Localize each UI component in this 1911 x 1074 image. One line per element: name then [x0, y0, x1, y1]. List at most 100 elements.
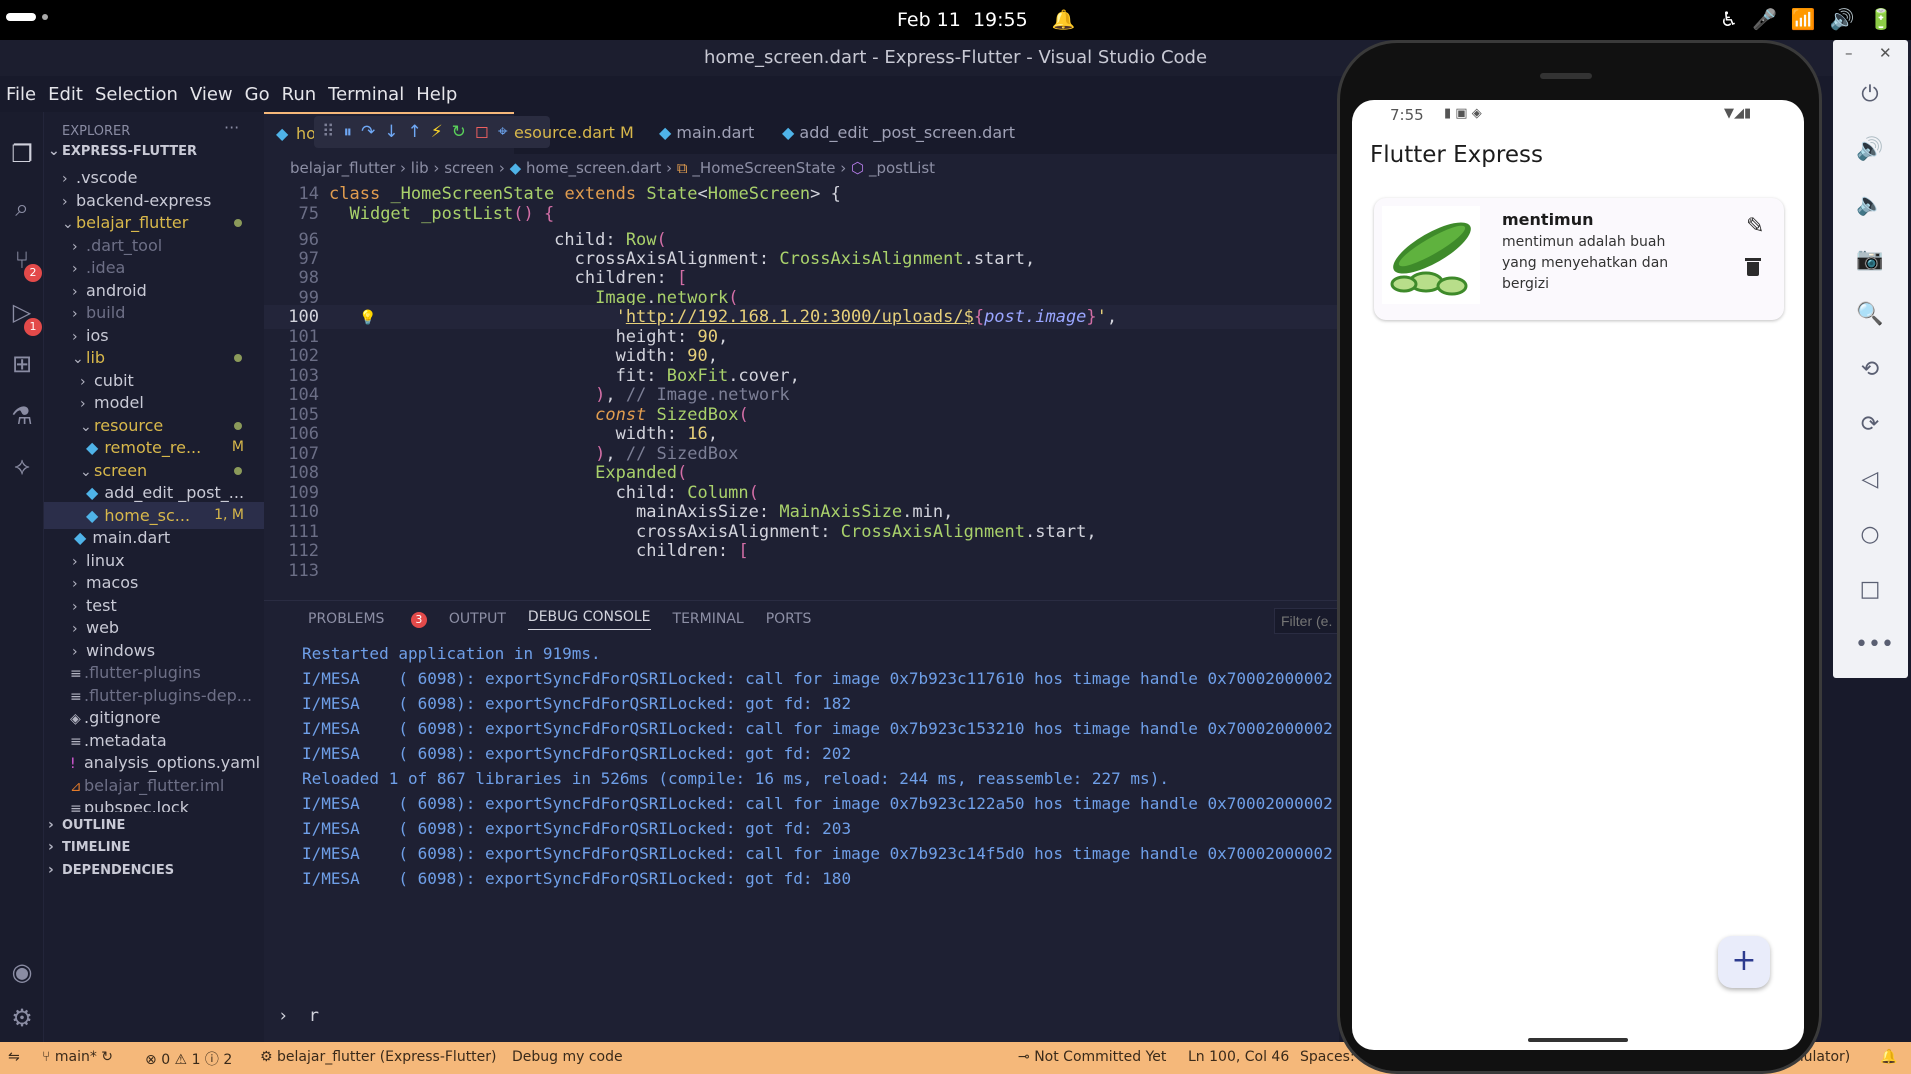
testing-icon[interactable]: ⚗ [6, 400, 38, 432]
remote-icon[interactable]: ⟡ [6, 450, 38, 482]
tab-debug-console[interactable]: DEBUG CONSOLE [527, 609, 651, 630]
wifi-icon[interactable]: 📶 [1791, 7, 1830, 31]
extensions-icon[interactable]: ⊞ [6, 348, 38, 380]
app-bar-title: Flutter Express [1370, 142, 1543, 168]
power-icon[interactable]: ⏻ [1855, 80, 1885, 110]
tab-main[interactable]: ◆ main.dart [659, 112, 754, 154]
breadcrumb-item[interactable]: belajar_flutter [290, 159, 395, 177]
close-icon[interactable]: ✕ [1879, 44, 1892, 62]
tree-item[interactable]: ≡ pubspec.lock [44, 794, 264, 812]
notifications-icon[interactable]: 🔔 [1880, 1049, 1897, 1065]
step-over-icon[interactable]: ↷ [361, 122, 375, 142]
dart-file-icon: ◆ [509, 159, 522, 177]
debug-my-code[interactable]: Debug my code [512, 1049, 623, 1065]
microphone-icon[interactable]: 🎤 [1752, 7, 1791, 31]
menu-go[interactable]: Go [239, 84, 276, 105]
console-line: I/MESA ( 6098): exportSyncFdForQSRILocke… [302, 669, 1333, 688]
tab-output[interactable]: OUTPUT [449, 611, 506, 627]
time-text: 19:55 [972, 9, 1028, 31]
home-icon[interactable]: ○ [1855, 520, 1885, 550]
step-into-icon[interactable]: ↓ [384, 122, 398, 142]
stop-icon[interactable]: ◻ [475, 122, 489, 142]
pause-icon[interactable]: ⏸ [343, 122, 352, 142]
notification-icons: ▮ ▣ ◈ [1444, 106, 1482, 121]
account-icon[interactable]: ◉ [6, 956, 38, 988]
gesture-nav-bar[interactable] [1528, 1038, 1628, 1042]
commit-label: Not Committed Yet [1034, 1049, 1167, 1065]
explorer-icon[interactable]: ❐ [6, 138, 38, 170]
console-input[interactable]: › r [278, 1006, 319, 1026]
menu-run[interactable]: Run [276, 84, 323, 105]
code-editor[interactable]: 14 class _HomeScreenState extends State<H… [264, 182, 1339, 600]
back-icon[interactable]: ◁ [1855, 465, 1885, 495]
modified-mark: M [619, 123, 634, 142]
hot-reload-icon[interactable]: ⚡ [431, 122, 443, 142]
console-line: I/MESA ( 6098): exportSyncFdForQSRILocke… [302, 794, 1333, 813]
tree-item-label: main.dart [92, 528, 171, 547]
dart-file-icon: ◆ [782, 123, 795, 142]
more-options-icon[interactable]: ••• [1855, 630, 1894, 660]
camera-icon[interactable]: 📷 [1855, 245, 1885, 275]
problems-badge: 3 [410, 611, 427, 628]
tree-item-label: .vscode [76, 168, 138, 187]
volume-icon[interactable]: 🔊 [1830, 7, 1869, 31]
tab-ports[interactable]: PORTS [766, 611, 812, 627]
tree-item-label: .idea [86, 258, 126, 277]
tree-item-label: web [86, 618, 120, 637]
lightbulb-icon[interactable]: 💡 [359, 310, 376, 326]
devtools-icon[interactable]: ⌖ [498, 122, 508, 142]
minimize-icon[interactable]: – [1845, 44, 1853, 62]
menu-help[interactable]: Help [410, 84, 463, 105]
post-card[interactable]: mentimun mentimun adalah buah yang menye… [1374, 198, 1784, 320]
system-tray[interactable]: ♿🎤📶🔊🔋 [1720, 7, 1908, 31]
branch-indicator[interactable]: ⑂ main* ↻ [42, 1049, 113, 1065]
tab-add-edit[interactable]: ◆ add_edit _post_screen.dart [782, 112, 1015, 154]
menu-edit[interactable]: Edit [42, 84, 89, 105]
breadcrumb-item[interactable]: lib [411, 159, 429, 177]
volume-down-icon[interactable]: 🔈 [1855, 190, 1885, 220]
problems-indicator[interactable]: ⊗ 0 ⚠ 1 ⓘ 2 [145, 1049, 232, 1069]
cursor-position[interactable]: Ln 100, Col 46 [1188, 1049, 1289, 1065]
tab-remote-resource[interactable]: esource.dart M [514, 112, 664, 154]
tree-item-label: lib [86, 348, 106, 367]
volume-up-icon[interactable]: 🔊 [1855, 135, 1885, 165]
menu-terminal[interactable]: Terminal [322, 84, 410, 105]
step-out-icon[interactable]: ↑ [407, 122, 421, 142]
menu-file[interactable]: File [0, 84, 42, 105]
edit-pencil-icon[interactable]: ✎ [1746, 214, 1764, 239]
menu-selection[interactable]: Selection [89, 84, 184, 105]
rotate-left-icon[interactable]: ⟲ [1855, 355, 1885, 385]
breadcrumb-item[interactable]: _postList [869, 159, 935, 177]
tree-item-label: linux [86, 551, 125, 570]
debug-session[interactable]: ⚙ belajar_flutter (Express-Flutter) [260, 1049, 497, 1065]
accessibility-icon[interactable]: ♿ [1720, 7, 1752, 31]
menu-view[interactable]: View [184, 84, 239, 105]
battery-icon[interactable]: 🔋 [1869, 7, 1908, 31]
remote-indicator-icon[interactable]: ⇋ [8, 1049, 20, 1065]
rotate-right-icon[interactable]: ⟳ [1855, 410, 1885, 440]
drag-handle-icon[interactable]: ⠿ [322, 122, 334, 142]
breadcrumb-item[interactable]: home_screen.dart [526, 159, 661, 177]
tab-problems[interactable]: PROBLEMS 3 [286, 611, 427, 628]
settings-gear-icon[interactable]: ⚙ [6, 1002, 38, 1034]
restart-icon[interactable]: ↻ [452, 122, 466, 142]
console-line: I/MESA ( 6098): exportSyncFdForQSRILocke… [302, 869, 852, 888]
search-icon[interactable]: ⌕ [6, 192, 38, 224]
add-post-fab[interactable]: + [1718, 936, 1770, 988]
tab-terminal[interactable]: TERMINAL [673, 611, 744, 627]
dependencies-section[interactable]: › DEPENDENCIES [44, 857, 264, 884]
tree-root[interactable]: ⌄ EXPRESS-FLUTTER [44, 138, 264, 165]
more-actions-icon[interactable]: ··· [224, 118, 239, 137]
console-filter-input[interactable] [1274, 608, 1339, 634]
tree-item-label: analysis_options.yaml [84, 753, 261, 772]
console-input-text: r [308, 1006, 319, 1026]
line-number: 113 [288, 561, 319, 581]
breadcrumb-item[interactable]: _HomeScreenState [692, 159, 835, 177]
delete-trash-icon[interactable] [1745, 258, 1761, 276]
clock[interactable]: Feb 11 19:55 🔔 [897, 8, 1075, 31]
git-blame[interactable]: ⊸ Not Committed Yet [1018, 1049, 1166, 1065]
breadcrumb-item[interactable]: screen [444, 159, 494, 177]
activities-indicator[interactable] [6, 13, 36, 21]
overview-icon[interactable]: □ [1855, 575, 1885, 605]
zoom-icon[interactable]: 🔍 [1855, 300, 1885, 330]
